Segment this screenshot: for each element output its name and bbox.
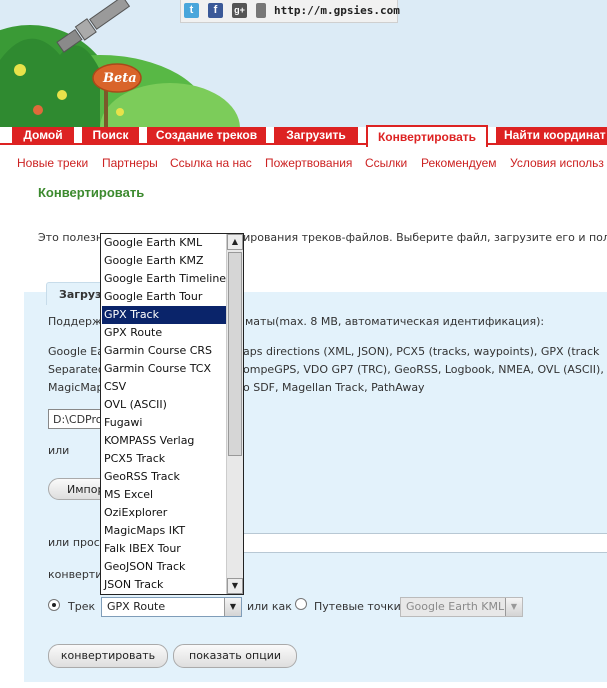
- formats-line1-left: Google Ea: [48, 345, 104, 358]
- track-format-value: GPX Route: [107, 600, 166, 613]
- track-format-dropdown[interactable]: Google Earth KML Google Earth KMZ Google…: [100, 233, 244, 595]
- dropdown-option[interactable]: GeoJSON Track: [102, 558, 226, 576]
- show-options-button[interactable]: показать опции: [173, 644, 297, 668]
- dropdown-option-selected[interactable]: GPX Track: [102, 306, 226, 324]
- supported-label-right: маты(max. 8 MB, автоматическая идентифик…: [245, 315, 545, 328]
- scroll-down-icon[interactable]: ▼: [227, 578, 243, 594]
- waypoints-format-select: Google Earth KML ▼: [400, 597, 523, 617]
- twitter-icon[interactable]: t: [184, 3, 199, 18]
- google-plus-icon[interactable]: g+: [232, 3, 247, 18]
- formats-line3-left: MagicMap: [48, 381, 104, 394]
- convert-button[interactable]: конвертировать: [48, 644, 168, 668]
- track-label: Трек: [68, 600, 96, 613]
- dropdown-option[interactable]: MS Excel: [102, 486, 226, 504]
- dropdown-option[interactable]: CSV: [102, 378, 226, 396]
- mobile-site-link[interactable]: http://m.gpsies.com: [274, 4, 400, 17]
- tab-upload-file-label: Загруз: [59, 288, 102, 301]
- subnav-terms[interactable]: Условия использ: [510, 156, 604, 170]
- or-label: или: [48, 444, 70, 457]
- intro-text-right: ирования треков-файлов. Выберите файл, з…: [243, 231, 607, 244]
- intro-text-left: Это полезн: [38, 231, 104, 244]
- subnav-links[interactable]: Ссылки: [365, 156, 407, 170]
- scrollbar-thumb[interactable]: [228, 252, 242, 456]
- waypoints-radio[interactable]: [295, 598, 307, 610]
- dropdown-option[interactable]: Falk IBEX Tour: [102, 540, 226, 558]
- track-radio[interactable]: [48, 599, 60, 611]
- share-bar: t f g+ http://m.gpsies.com: [180, 0, 400, 23]
- dropdown-option[interactable]: PCX5 Track: [102, 450, 226, 468]
- formats-line2-left: Separated: [48, 363, 105, 376]
- subnav-donations[interactable]: Пожертвования: [265, 156, 352, 170]
- supported-label-left: Поддерж: [48, 315, 102, 328]
- url-input[interactable]: [180, 533, 607, 553]
- dropdown-option[interactable]: Google Earth Timeline: [102, 270, 226, 288]
- tab-upload[interactable]: Загрузить: [274, 127, 358, 143]
- page-title: Конвертировать: [38, 185, 145, 200]
- dropdown-option[interactable]: KOMPASS Verlag: [102, 432, 226, 450]
- chevron-down-icon[interactable]: ▼: [224, 598, 241, 616]
- waypoints-label: Путевые точки: [314, 600, 401, 613]
- subnav-new-tracks[interactable]: Новые треки: [17, 156, 88, 170]
- dropdown-option[interactable]: GPX Route: [102, 324, 226, 342]
- dropdown-option[interactable]: JSON Track: [102, 576, 226, 594]
- tab-convert[interactable]: Конвертировать: [366, 125, 488, 147]
- dropdown-option[interactable]: GeoRSS Track: [102, 468, 226, 486]
- or-url-label: или прос: [48, 536, 100, 549]
- chevron-down-icon: ▼: [505, 598, 522, 616]
- main-nav: Домой Поиск Создание треков Загрузить Ко…: [0, 125, 607, 147]
- dropdown-option[interactable]: OziExplorer: [102, 504, 226, 522]
- tab-find-coordinates[interactable]: Найти координат: [496, 127, 607, 143]
- tab-search[interactable]: Поиск: [82, 127, 139, 143]
- scroll-up-icon[interactable]: ▲: [227, 234, 243, 250]
- subnav-link-to-us[interactable]: Ссылка на нас: [170, 156, 252, 170]
- tab-home[interactable]: Домой: [12, 127, 74, 143]
- dropdown-option[interactable]: Garmin Course TCX: [102, 360, 226, 378]
- dropdown-option[interactable]: OVL (ASCII): [102, 396, 226, 414]
- dropdown-option[interactable]: Google Earth KMZ: [102, 252, 226, 270]
- mobile-icon[interactable]: [256, 3, 266, 18]
- facebook-icon[interactable]: f: [208, 3, 223, 18]
- track-format-select[interactable]: GPX Route ▼: [101, 597, 242, 617]
- tab-create-tracks[interactable]: Создание треков: [147, 127, 266, 143]
- dropdown-option[interactable]: Google Earth KML: [102, 234, 226, 252]
- formats-line3-right: o SDF, Magellan Track, PathAway: [243, 381, 425, 394]
- formats-line2-right: ompeGPS, VDO GP7 (TRC), GeoRSS, Logbook,…: [243, 363, 607, 376]
- dropdown-option[interactable]: Google Earth Tour: [102, 288, 226, 306]
- waypoints-format-value: Google Earth KML: [406, 600, 505, 613]
- dropdown-scrollbar[interactable]: ▲ ▼: [226, 234, 243, 594]
- dropdown-option[interactable]: Fugawi: [102, 414, 226, 432]
- convert-to-label: конверти: [48, 568, 103, 581]
- dropdown-option[interactable]: Garmin Course CRS: [102, 342, 226, 360]
- formats-line1-right: aps directions (XML, JSON), PCX5 (tracks…: [243, 345, 600, 358]
- dropdown-option[interactable]: MagicMaps IKT: [102, 522, 226, 540]
- subnav-recommend[interactable]: Рекомендуем: [421, 156, 497, 170]
- subnav-partners[interactable]: Партнеры: [102, 156, 158, 170]
- or-as-label: или как: [247, 600, 292, 613]
- file-input-value: D:\CDPro: [53, 413, 103, 426]
- beta-badge: Beta: [103, 71, 137, 86]
